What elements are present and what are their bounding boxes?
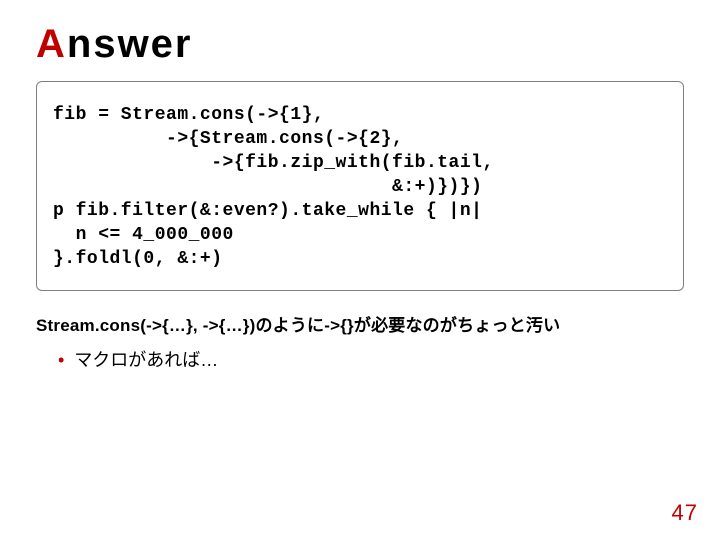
- slide-title: Answer: [36, 22, 684, 67]
- code-line: n <= 4_000_000: [53, 226, 667, 244]
- note-text: Stream.cons(->{…}, ->{…})のように->{}が必要なのがち…: [36, 311, 684, 336]
- title-rest: nswer: [67, 22, 193, 66]
- code-line: ->{fib.zip_with(fib.tail,: [53, 154, 667, 172]
- title-accent: A: [36, 22, 67, 66]
- code-line: &:+)})}): [53, 178, 667, 196]
- code-line: ->{Stream.cons(->{2},: [53, 130, 667, 148]
- code-line: fib = Stream.cons(->{1},: [53, 106, 667, 124]
- bullet-icon: •: [58, 351, 64, 369]
- page-number: 47: [672, 500, 698, 526]
- code-block: fib = Stream.cons(->{1}, ->{Stream.cons(…: [36, 81, 684, 291]
- bullet-text: マクロがあれば…: [74, 346, 218, 372]
- code-line: p fib.filter(&:even?).take_while { |n|: [53, 202, 667, 220]
- slide: Answer fib = Stream.cons(->{1}, ->{Strea…: [0, 0, 720, 540]
- bullet-item: • マクロがあれば…: [58, 346, 684, 372]
- code-line: }.foldl(0, &:+): [53, 250, 667, 268]
